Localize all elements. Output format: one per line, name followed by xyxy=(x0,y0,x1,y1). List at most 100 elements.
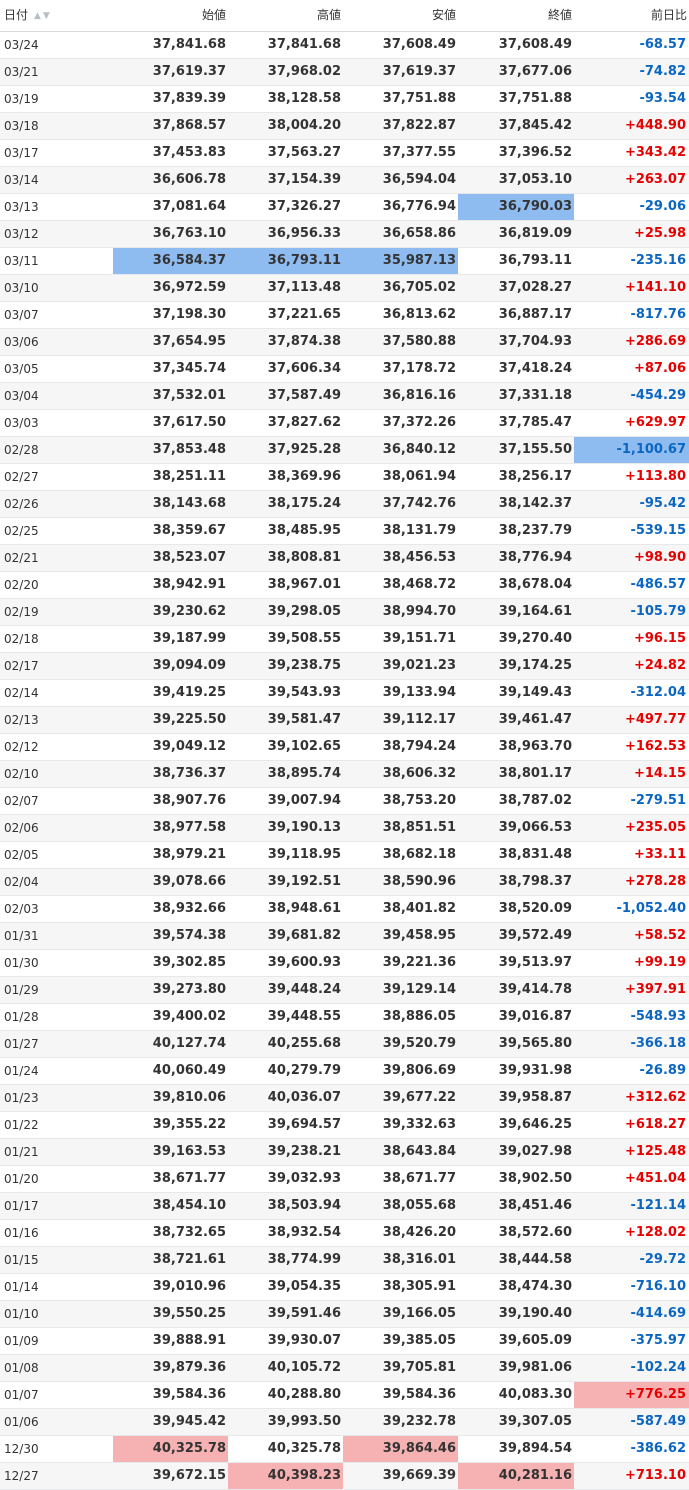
close-cell: 39,894.54 xyxy=(458,1435,574,1463)
close-column-header[interactable]: 終値 xyxy=(458,0,574,32)
date-cell: 03/19 xyxy=(0,85,113,113)
high-cell: 39,681.82 xyxy=(228,922,343,950)
high-cell: 37,827.62 xyxy=(228,409,343,437)
table-row: 02/26 38,143.68 38,175.24 37,742.76 38,142.3… xyxy=(0,490,689,518)
low-cell: 39,458.95 xyxy=(343,922,458,950)
high-cell: 39,930.07 xyxy=(228,1327,343,1355)
low-cell: 38,794.24 xyxy=(343,733,458,761)
high-cell: 37,841.68 xyxy=(228,31,343,59)
date-cell: 03/07 xyxy=(0,301,113,329)
low-cell: 38,682.18 xyxy=(343,841,458,869)
table-row: 02/25 38,359.67 38,485.95 38,131.79 38,237.7… xyxy=(0,517,689,545)
low-cell: 38,401.82 xyxy=(343,895,458,923)
open-cell: 37,619.37 xyxy=(113,58,228,86)
date-cell: 01/10 xyxy=(0,1300,113,1328)
table-row: 01/29 39,273.80 39,448.24 39,129.14 39,414.7… xyxy=(0,976,689,1004)
close-cell: 39,270.40 xyxy=(458,625,574,653)
change-cell: +25.98 xyxy=(574,220,689,248)
close-cell: 39,027.98 xyxy=(458,1138,574,1166)
high-cell: 38,485.95 xyxy=(228,517,343,545)
open-cell: 38,143.68 xyxy=(113,490,228,518)
change-cell: +263.07 xyxy=(574,166,689,194)
close-cell: 38,256.17 xyxy=(458,463,574,491)
close-cell: 38,474.30 xyxy=(458,1273,574,1301)
change-cell: +128.02 xyxy=(574,1219,689,1247)
change-cell: -105.79 xyxy=(574,598,689,626)
close-cell: 39,931.98 xyxy=(458,1057,574,1085)
date-cell: 02/14 xyxy=(0,679,113,707)
date-cell: 02/25 xyxy=(0,517,113,545)
change-cell: +125.48 xyxy=(574,1138,689,1166)
open-column-header[interactable]: 始値 xyxy=(113,0,228,32)
low-column-header[interactable]: 安値 xyxy=(343,0,458,32)
table-row: 02/07 38,907.76 39,007.94 38,753.20 38,787.0… xyxy=(0,787,689,815)
date-cell: 01/14 xyxy=(0,1273,113,1301)
table-row: 01/14 39,010.96 39,054.35 38,305.91 38,474.3… xyxy=(0,1273,689,1301)
sort-icon[interactable]: ▲▼ xyxy=(34,1,52,31)
high-cell: 40,036.07 xyxy=(228,1084,343,1112)
date-cell: 01/15 xyxy=(0,1246,113,1274)
table-row: 03/19 37,839.39 38,128.58 37,751.88 37,751.8… xyxy=(0,85,689,113)
close-cell: 39,414.78 xyxy=(458,976,574,1004)
open-cell: 38,721.61 xyxy=(113,1246,228,1274)
table-row: 02/05 38,979.21 39,118.95 38,682.18 38,831.4… xyxy=(0,841,689,869)
table-row: 01/10 39,550.25 39,591.46 39,166.05 39,190.4… xyxy=(0,1300,689,1328)
close-cell: 39,190.40 xyxy=(458,1300,574,1328)
table-row: 02/14 39,419.25 39,543.93 39,133.94 39,149.4… xyxy=(0,679,689,707)
date-cell: 03/06 xyxy=(0,328,113,356)
change-cell: -68.57 xyxy=(574,31,689,59)
change-cell: +497.77 xyxy=(574,706,689,734)
low-cell: 37,742.76 xyxy=(343,490,458,518)
close-cell: 39,149.43 xyxy=(458,679,574,707)
open-cell: 39,584.36 xyxy=(113,1381,228,1409)
close-cell: 39,307.05 xyxy=(458,1408,574,1436)
change-cell: -366.18 xyxy=(574,1030,689,1058)
low-cell: 39,021.23 xyxy=(343,652,458,680)
open-cell: 39,187.99 xyxy=(113,625,228,653)
close-cell: 36,793.11 xyxy=(458,247,574,275)
open-cell: 39,945.42 xyxy=(113,1408,228,1436)
low-cell: 39,677.22 xyxy=(343,1084,458,1112)
low-cell: 39,221.36 xyxy=(343,949,458,977)
low-cell: 37,377.55 xyxy=(343,139,458,167)
date-column-header[interactable]: 日付 ▲▼ xyxy=(0,0,113,32)
open-cell: 39,010.96 xyxy=(113,1273,228,1301)
date-cell: 01/31 xyxy=(0,922,113,950)
date-cell: 02/13 xyxy=(0,706,113,734)
high-cell: 39,238.75 xyxy=(228,652,343,680)
change-cell: -26.89 xyxy=(574,1057,689,1085)
date-cell: 01/20 xyxy=(0,1165,113,1193)
low-cell: 38,468.72 xyxy=(343,571,458,599)
open-cell: 39,049.12 xyxy=(113,733,228,761)
date-cell: 03/18 xyxy=(0,112,113,140)
date-cell: 02/07 xyxy=(0,787,113,815)
date-cell: 03/13 xyxy=(0,193,113,221)
table-row: 03/11 36,584.37 36,793.11 35,987.13 36,793.1… xyxy=(0,247,689,275)
low-cell: 38,055.68 xyxy=(343,1192,458,1220)
change-column-header[interactable]: 前日比 xyxy=(574,0,689,32)
change-cell: -817.76 xyxy=(574,301,689,329)
high-cell: 38,503.94 xyxy=(228,1192,343,1220)
table-row: 01/09 39,888.91 39,930.07 39,385.05 39,605.0… xyxy=(0,1327,689,1355)
table-row: 02/28 37,853.48 37,925.28 36,840.12 37,155.5… xyxy=(0,436,689,464)
high-column-header[interactable]: 高値 xyxy=(228,0,343,32)
low-cell: 36,658.86 xyxy=(343,220,458,248)
open-cell: 38,671.77 xyxy=(113,1165,228,1193)
change-cell: +98.90 xyxy=(574,544,689,572)
close-cell: 37,751.88 xyxy=(458,85,574,113)
open-cell: 39,879.36 xyxy=(113,1354,228,1382)
high-cell: 39,102.65 xyxy=(228,733,343,761)
close-cell: 37,608.49 xyxy=(458,31,574,59)
table-row: 03/05 37,345.74 37,606.34 37,178.72 37,418.2… xyxy=(0,355,689,383)
low-cell: 39,166.05 xyxy=(343,1300,458,1328)
date-cell: 03/21 xyxy=(0,58,113,86)
table-row: 03/04 37,532.01 37,587.49 36,816.16 37,331.1… xyxy=(0,382,689,410)
high-cell: 37,925.28 xyxy=(228,436,343,464)
open-cell: 40,127.74 xyxy=(113,1030,228,1058)
high-cell: 38,369.96 xyxy=(228,463,343,491)
high-cell: 39,993.50 xyxy=(228,1408,343,1436)
change-cell: -375.97 xyxy=(574,1327,689,1355)
table-row: 02/17 39,094.09 39,238.75 39,021.23 39,174.2… xyxy=(0,652,689,680)
date-cell: 02/26 xyxy=(0,490,113,518)
open-cell: 39,574.38 xyxy=(113,922,228,950)
